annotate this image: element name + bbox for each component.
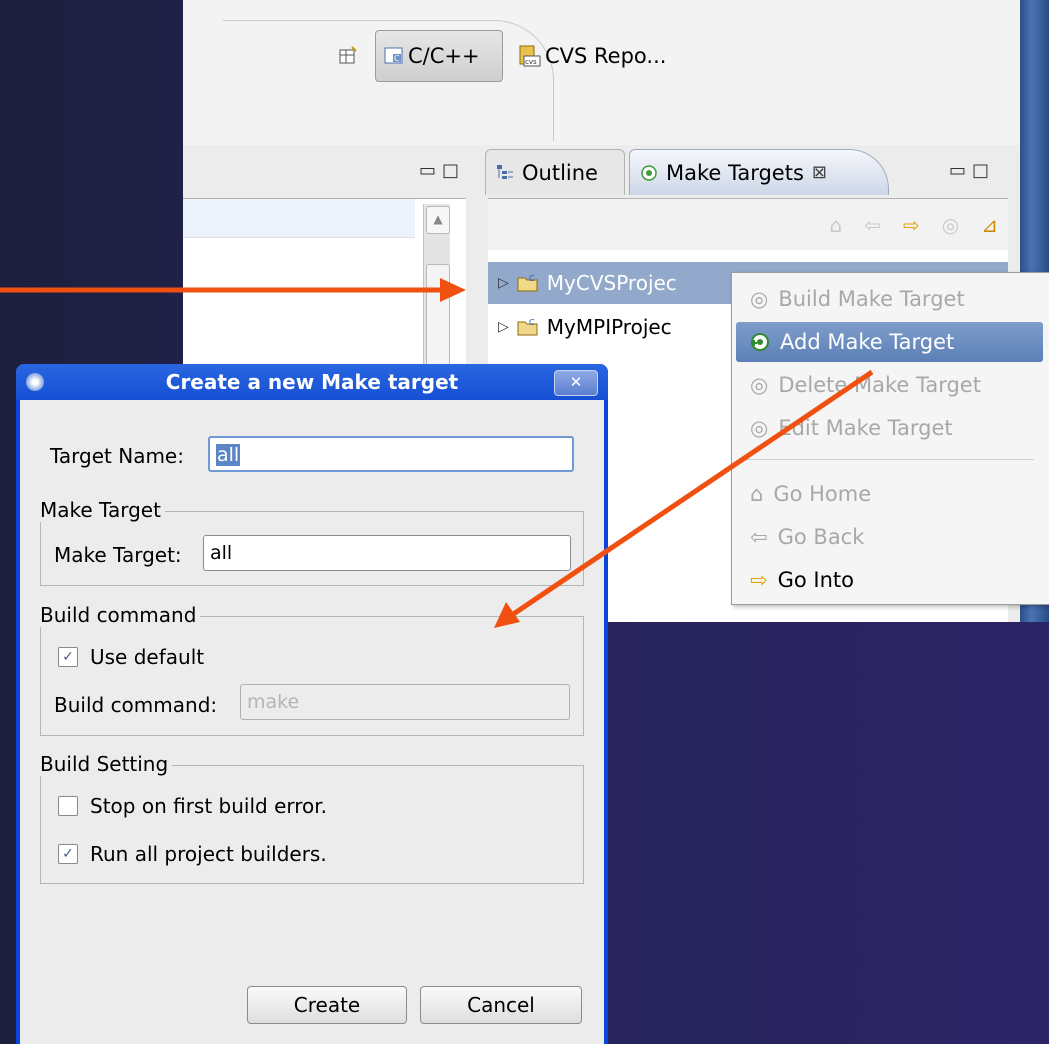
annotation-arrow-to-project [0, 278, 466, 302]
annotation-arrow-to-dialog [494, 369, 874, 628]
annotation-arrows [0, 278, 874, 628]
